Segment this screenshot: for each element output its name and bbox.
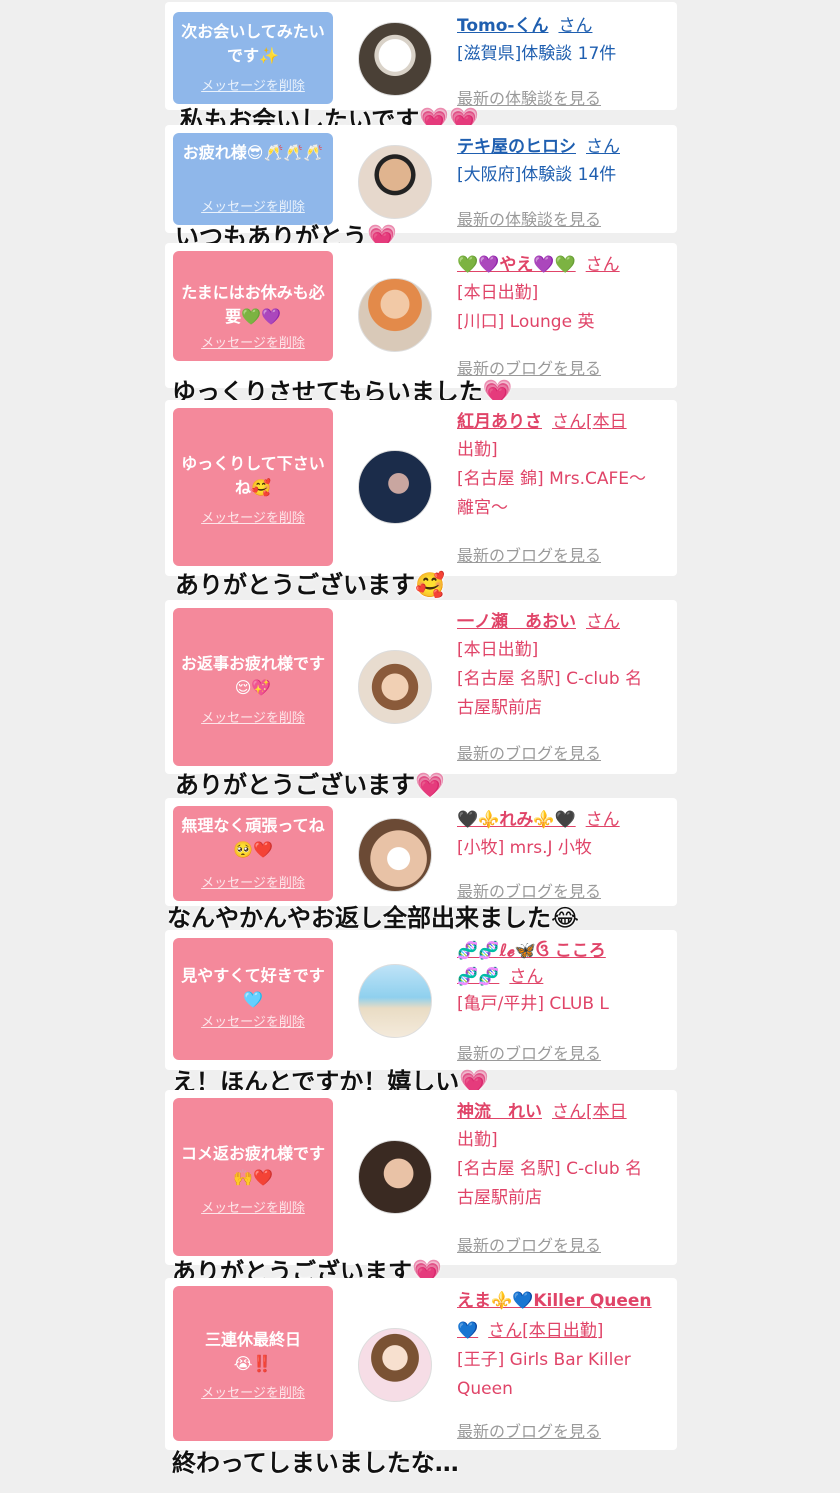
honorific: さん (558, 16, 593, 36)
user-info: 💚💜やえ💜💚 さん [本日出勤] [川口] Lounge 英 (457, 251, 669, 337)
message-bubble: 見やすくて好きです🩵 メッセージを削除 (173, 938, 333, 1060)
caption-text: ありがとうございます💗 (175, 771, 445, 799)
honorific: さん (585, 255, 620, 275)
message-text: コメ返お疲れ様です🙌❤️ (180, 1144, 325, 1187)
avatar[interactable] (358, 278, 432, 352)
user-detail: [小牧] mrs.J 小牧 (457, 838, 592, 858)
caption-text: 終わってしまいましたな… (172, 1449, 459, 1477)
user-detail: [大阪府]体験談 14件 (457, 165, 617, 185)
message-card: たまにはお休みも必要💚💜 メッセージを削除 💚💜やえ💜💚 さん [本日出勤] [川… (165, 243, 677, 388)
user-detail: [名古屋 名駅] C-club 名 (457, 1159, 643, 1179)
honorific: さん (585, 810, 620, 830)
user-info: えま⚜️💙Killer Queen 💙 さん[本日出勤] [王子] Girls Ba… (457, 1286, 669, 1404)
user-name-link[interactable]: 🧬🧬ℓ𝓮🦋ઉ こころ 🧬🧬 さん (457, 938, 669, 990)
delete-message-link[interactable]: メッセージを削除 (173, 872, 333, 891)
avatar[interactable] (358, 1140, 432, 1214)
message-bubble: 無理なく頑張ってね🥺❤️ メッセージを削除 (173, 806, 333, 901)
avatar[interactable] (358, 22, 432, 96)
delete-message-link[interactable]: メッセージを削除 (173, 75, 333, 94)
message-card: コメ返お疲れ様です🙌❤️ メッセージを削除 神流 れい さん[本日 出勤] [名古… (165, 1090, 677, 1265)
message-bubble: お疲れ様😎🥂🥂🥂 メッセージを削除 (173, 133, 333, 225)
message-bubble: ゆっくりして下さいね🥰 メッセージを削除 (173, 408, 333, 566)
message-card: ゆっくりして下さいね🥰 メッセージを削除 紅月ありさ さん[本日 出勤] [名古屋… (165, 400, 677, 576)
message-text: 次お会いしてみたいです✨ (181, 22, 325, 65)
user-detail: [川口] Lounge 英 (457, 312, 595, 332)
delete-message-link[interactable]: メッセージを削除 (173, 196, 333, 215)
delete-message-link[interactable]: メッセージを削除 (173, 1011, 333, 1030)
honorific: さん[本日 (552, 1102, 627, 1122)
user-detail: [滋賀県]体験談 17件 (457, 44, 617, 64)
message-card: 無理なく頑張ってね🥺❤️ メッセージを削除 🖤⚜️れみ⚜️🖤 さん [小牧] mr… (165, 798, 677, 906)
delete-message-link[interactable]: メッセージを削除 (173, 707, 333, 726)
message-bubble: コメ返お疲れ様です🙌❤️ メッセージを削除 (173, 1098, 333, 1256)
caption-text: ありがとうございます🥰 (175, 571, 445, 599)
user-detail: Queen (457, 1379, 513, 1399)
latest-blog-link[interactable]: 最新のブログを見る (457, 1418, 601, 1442)
avatar[interactable] (358, 818, 432, 892)
latest-blog-link[interactable]: 最新のブログを見る (457, 740, 601, 764)
user-info: 一ノ瀬 あおい さん [本日出勤] [名古屋 名駅] C-club 名 古屋駅前店 (457, 608, 669, 723)
message-bubble: 三連休最終日😭‼️ メッセージを削除 (173, 1286, 333, 1441)
user-info: 神流 れい さん[本日 出勤] [名古屋 名駅] C-club 名 古屋駅前店 (457, 1098, 669, 1213)
message-text: 無理なく頑張ってね🥺❤️ (181, 816, 325, 859)
message-text: お返事お疲れ様です😌💖 (180, 654, 325, 697)
user-detail: [本日出勤] (457, 283, 539, 303)
delete-message-link[interactable]: メッセージを削除 (173, 332, 333, 351)
delete-message-link[interactable]: メッセージを削除 (173, 1197, 333, 1216)
user-name-link[interactable]: テキ屋のヒロシ さん (457, 133, 669, 161)
avatar[interactable] (358, 1328, 432, 1402)
user-detail: [名古屋 錦] Mrs.CAFE〜 (457, 469, 647, 489)
user-info: 🖤⚜️れみ⚜️🖤 さん [小牧] mrs.J 小牧 (457, 806, 669, 863)
user-detail: 離宮〜 (457, 498, 508, 518)
honorific: さん (586, 612, 620, 632)
user-detail: 出勤] (457, 440, 498, 460)
user-name-link[interactable]: 紅月ありさ さん[本日 (457, 408, 669, 436)
delete-message-link[interactable]: メッセージを削除 (173, 507, 333, 526)
message-card: 次お会いしてみたいです✨ メッセージを削除 Tomo-くん さん [滋賀県]体験談… (165, 2, 677, 110)
user-name-link[interactable]: 神流 れい さん[本日 (457, 1098, 669, 1126)
delete-message-link[interactable]: メッセージを削除 (173, 1382, 333, 1401)
user-detail: 古屋駅前店 (457, 1188, 542, 1208)
avatar[interactable] (358, 650, 432, 724)
user-name-link[interactable]: Tomo-くん さん (457, 12, 669, 40)
user-detail: 出勤] (457, 1130, 498, 1150)
message-text: 三連休最終日😭‼️ (204, 1330, 301, 1373)
user-info: 🧬🧬ℓ𝓮🦋ઉ こころ 🧬🧬 さん [亀戸/平井] CLUB L (457, 938, 669, 1019)
message-bubble: お返事お疲れ様です😌💖 メッセージを削除 (173, 608, 333, 766)
user-detail: [王子] Girls Bar Killer (457, 1350, 631, 1370)
user-detail: [亀戸/平井] CLUB L (457, 994, 609, 1014)
message-text: ゆっくりして下さいね🥰 (181, 454, 325, 497)
user-detail: 古屋駅前店 (457, 698, 542, 718)
latest-blog-link[interactable]: 最新のブログを見る (457, 1232, 601, 1256)
message-text: 見やすくて好きです🩵 (181, 966, 325, 1009)
latest-blog-link[interactable]: 最新のブログを見る (457, 542, 601, 566)
honorific: さん[本日 (552, 412, 627, 432)
user-info: Tomo-くん さん [滋賀県]体験談 17件 (457, 12, 669, 69)
message-text: お疲れ様😎🥂🥂🥂 (182, 143, 324, 162)
message-card: 三連休最終日😭‼️ メッセージを削除 えま⚜️💙Killer Queen 💙 さん[… (165, 1278, 677, 1450)
avatar[interactable] (358, 964, 432, 1038)
message-card: 見やすくて好きです🩵 メッセージを削除 🧬🧬ℓ𝓮🦋ઉ こころ 🧬🧬 さん [亀戸/平… (165, 930, 677, 1070)
user-info: 紅月ありさ さん[本日 出勤] [名古屋 錦] Mrs.CAFE〜 離宮〜 (457, 408, 669, 523)
user-detail: [名古屋 名駅] C-club 名 (457, 669, 643, 689)
latest-blog-link[interactable]: 最新のブログを見る (457, 1040, 601, 1064)
caption-text: なんやかんやお返し全部出来ました😂 (167, 904, 580, 932)
user-name-link[interactable]: 一ノ瀬 あおい さん (457, 608, 669, 636)
message-text: たまにはお休みも必要💚💜 (181, 283, 325, 326)
avatar[interactable] (358, 450, 432, 524)
user-info: テキ屋のヒロシ さん [大阪府]体験談 14件 (457, 133, 669, 190)
avatar[interactable] (358, 145, 432, 219)
latest-review-link[interactable]: 最新の体験談を見る (457, 206, 601, 230)
message-bubble: 次お会いしてみたいです✨ メッセージを削除 (173, 12, 333, 104)
honorific: さん (586, 137, 620, 157)
honorific: さん (509, 967, 544, 987)
user-detail: [本日出勤] (457, 640, 539, 660)
honorific: さん[本日出勤] (488, 1321, 604, 1341)
user-name-link[interactable]: 💚💜やえ💜💚 さん (457, 251, 669, 279)
message-card: お返事お疲れ様です😌💖 メッセージを削除 一ノ瀬 あおい さん [本日出勤] [名… (165, 600, 677, 774)
message-bubble: たまにはお休みも必要💚💜 メッセージを削除 (173, 251, 333, 361)
user-name-link[interactable]: 🖤⚜️れみ⚜️🖤 さん (457, 806, 669, 834)
user-name-link[interactable]: えま⚜️💙Killer Queen 💙 さん[本日出勤] (457, 1286, 669, 1346)
